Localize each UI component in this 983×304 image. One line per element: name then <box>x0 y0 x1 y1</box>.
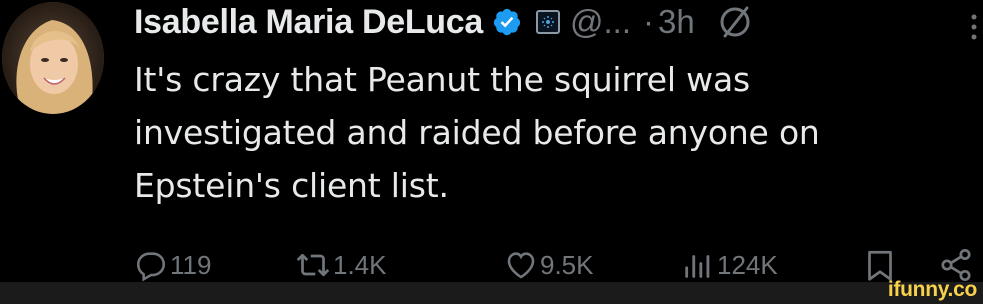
affiliate-badge-icon[interactable] <box>535 10 560 34</box>
reply-button[interactable]: 119 <box>134 245 211 285</box>
analytics-icon <box>681 248 715 282</box>
tweet-text-line: Epstein's client list. <box>134 166 449 205</box>
action-bar: 119 1.4K 9.5K 124K <box>134 245 983 285</box>
display-name[interactable]: Isabella Maria DeLuca <box>134 3 483 42</box>
heart-icon <box>504 248 538 282</box>
view-count: 124K <box>717 249 778 280</box>
separator-dot: · <box>643 3 654 40</box>
avatar[interactable] <box>2 2 104 114</box>
tweet-text-line: investigated and raided before anyone on <box>134 113 820 152</box>
like-button[interactable]: 9.5K <box>504 245 594 285</box>
timestamp[interactable]: 3h <box>658 3 695 41</box>
verified-badge-icon[interactable] <box>492 7 522 37</box>
grok-icon[interactable] <box>717 4 753 40</box>
like-count: 9.5K <box>540 249 594 280</box>
tweet-header: Isabella Maria DeLuca @... · 3h <box>134 0 753 44</box>
tweet-text: It's crazy that Peanut the squirrel was … <box>134 53 954 212</box>
user-handle[interactable]: @... <box>570 3 631 41</box>
reply-icon <box>134 248 168 282</box>
tweet-text-line: It's crazy that Peanut the squirrel was <box>134 60 750 99</box>
repost-count: 1.4K <box>333 249 387 280</box>
ifunny-watermark: ifunny.co <box>887 278 977 301</box>
bottom-banner <box>0 282 983 304</box>
views-button[interactable]: 124K <box>681 245 778 285</box>
repost-icon <box>295 247 331 283</box>
repost-button[interactable]: 1.4K <box>295 245 387 285</box>
reply-count: 119 <box>170 249 212 280</box>
more-options-icon[interactable] <box>968 12 980 42</box>
avatar-photo <box>2 2 104 114</box>
